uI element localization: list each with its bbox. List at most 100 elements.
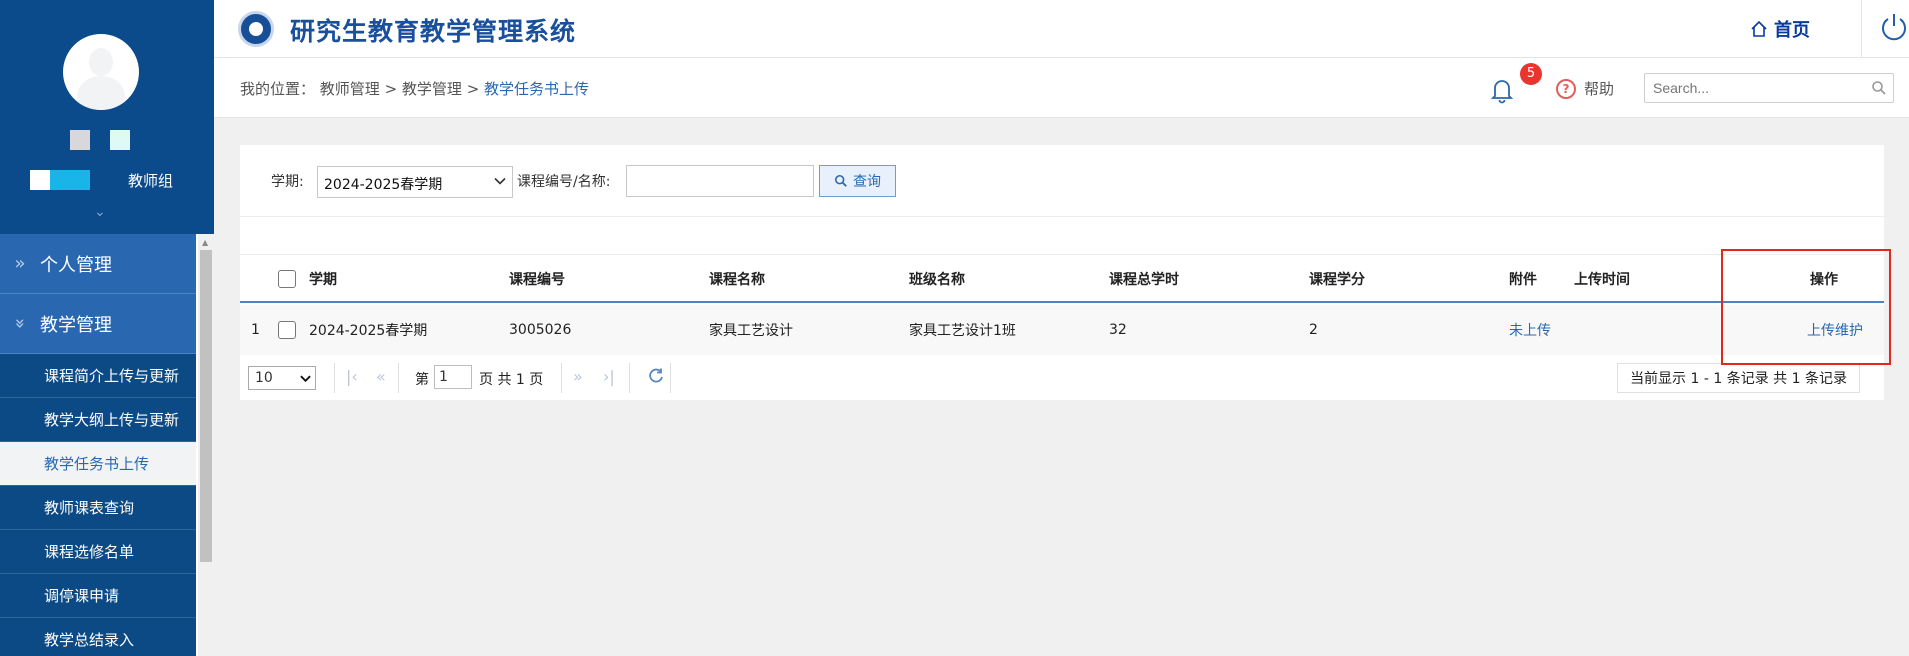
breadcrumb: 我的位置： 教师管理 > 教学管理 > 教学任务书上传 xyxy=(240,78,589,99)
scrollbar-thumb[interactable] xyxy=(200,250,212,562)
search-input[interactable] xyxy=(1645,74,1865,102)
notification-badge: 5 xyxy=(1520,63,1542,85)
sidebar-item-summary[interactable]: 教学总结录入 xyxy=(0,618,196,656)
col-course-no[interactable]: 课程编号 xyxy=(509,256,565,301)
page-prefix: 第 xyxy=(415,372,429,388)
bell-icon[interactable] xyxy=(1488,76,1516,104)
page-size-select[interactable]: 10 xyxy=(248,366,316,390)
row-checkbox[interactable] xyxy=(278,305,296,355)
sidebar-item-task-upload[interactable]: 教学任务书上传 xyxy=(0,442,196,486)
home-link[interactable]: 首页 xyxy=(1750,16,1810,42)
col-upload-time[interactable]: 上传时间 xyxy=(1574,256,1630,301)
sidebar-item-label: 课程选修名单 xyxy=(44,543,135,561)
top-header: 研究生教育教学管理系统 首页 xyxy=(214,0,1909,58)
search-icon xyxy=(834,174,847,187)
prev-page-icon[interactable]: « xyxy=(376,367,386,386)
cell-course-name: 家具工艺设计 xyxy=(709,323,793,339)
help-link[interactable]: ? 帮助 xyxy=(1556,78,1614,99)
col-hours[interactable]: 课程总学时 xyxy=(1109,256,1179,301)
scroll-up-icon[interactable]: ▲ xyxy=(202,238,208,247)
sidebar-item-elective-list[interactable]: 课程选修名单 xyxy=(0,530,196,574)
user-profile: 教师组 ⌄ xyxy=(0,0,214,234)
last-page-icon[interactable]: ›| xyxy=(603,367,615,386)
search-box xyxy=(1644,73,1894,103)
divider xyxy=(398,363,399,393)
col-attachment[interactable]: 附件 xyxy=(1509,256,1537,301)
menu-group-label: 个人管理 xyxy=(40,254,112,276)
refresh-icon[interactable] xyxy=(646,366,666,386)
divider xyxy=(629,363,630,393)
col-credits[interactable]: 课程学分 xyxy=(1309,256,1365,301)
sidebar-item-class-change[interactable]: 调停课申请 xyxy=(0,574,196,618)
sidebar-item-label: 教师课表查询 xyxy=(44,499,135,517)
toolbar-area xyxy=(240,217,1884,255)
sidebar-scrollbar[interactable]: ▲ xyxy=(198,234,214,656)
redacted-block xyxy=(50,170,90,190)
query-button[interactable]: 查询 xyxy=(819,165,896,197)
breadcrumb-bar: 我的位置： 教师管理 > 教学管理 > 教学任务书上传 5 ? 帮助 xyxy=(214,58,1909,118)
user-role: 教师组 xyxy=(128,172,174,190)
help-icon: ? xyxy=(1556,78,1576,99)
page-total: 页 共 1 页 xyxy=(479,372,544,388)
row-index: 1 xyxy=(251,322,260,338)
term-value: 2024-2025春学期 xyxy=(324,177,443,193)
attachment-link[interactable]: 未上传 xyxy=(1509,305,1551,355)
sidebar: 教师组 ⌄ » 个人管理 » 教学管理 课程简介上传与更新 教学大纲上传与更新 … xyxy=(0,0,214,656)
sidebar-item-label: 调停课申请 xyxy=(44,587,120,605)
query-label: 查询 xyxy=(853,173,881,189)
chevron-right-icon: » xyxy=(14,253,26,274)
sidebar-item-course-intro[interactable]: 课程简介上传与更新 xyxy=(0,354,196,398)
sidebar-item-label: 教学任务书上传 xyxy=(44,455,150,473)
next-page-icon[interactable]: » xyxy=(573,367,583,386)
course-label: 课程编号/名称: xyxy=(517,174,611,190)
cell-class-name: 家具工艺设计1班 xyxy=(909,323,1016,339)
chevron-down-icon xyxy=(300,375,311,383)
power-icon[interactable] xyxy=(1878,11,1909,43)
breadcrumb-separator: > xyxy=(379,80,402,98)
table-header: 学期 课程编号 课程名称 班级名称 课程总学时 课程学分 附件 上传时间 操作 xyxy=(240,256,1884,303)
avatar xyxy=(63,34,139,110)
chevron-down-icon: » xyxy=(9,317,31,329)
divider xyxy=(561,363,562,393)
system-title: 研究生教育教学管理系统 xyxy=(290,17,577,46)
chevron-down-icon xyxy=(494,177,506,185)
menu-group-personal[interactable]: » 个人管理 xyxy=(0,234,196,294)
menu-group-label: 教学管理 xyxy=(40,314,112,336)
redacted-block xyxy=(30,170,50,190)
sidebar-item-syllabus[interactable]: 教学大纲上传与更新 xyxy=(0,398,196,442)
sidebar-item-label: 教学大纲上传与更新 xyxy=(44,411,180,429)
search-icon[interactable] xyxy=(1871,80,1887,96)
chevron-down-icon[interactable]: ⌄ xyxy=(94,204,106,220)
redacted-block xyxy=(110,130,130,150)
breadcrumb-separator: > xyxy=(461,80,485,98)
cell-course-no: 3005026 xyxy=(509,322,572,338)
redacted-block xyxy=(70,130,90,150)
page-number-input[interactable]: 1 xyxy=(434,365,472,389)
breadcrumb-item[interactable]: 教学管理 xyxy=(402,80,462,98)
select-all-checkbox[interactable] xyxy=(278,256,296,301)
filter-bar: 学期: 2024-2025春学期 课程编号/名称: 查询 xyxy=(240,145,1884,217)
sidebar-item-timetable[interactable]: 教师课表查询 xyxy=(0,486,196,530)
home-icon xyxy=(1751,20,1767,37)
term-select[interactable]: 2024-2025春学期 xyxy=(317,166,513,198)
sidebar-item-label: 教学总结录入 xyxy=(44,631,135,649)
divider xyxy=(1861,0,1862,58)
first-page-icon[interactable]: |‹ xyxy=(346,367,358,386)
menu-group-teaching[interactable]: » 教学管理 xyxy=(0,294,196,354)
highlight-box xyxy=(1721,249,1891,365)
col-term[interactable]: 学期 xyxy=(309,256,337,301)
main-panel: 学期: 2024-2025春学期 课程编号/名称: 查询 学期 课程编号 课程名… xyxy=(240,145,1884,400)
sidebar-menu: » 个人管理 » 教学管理 课程简介上传与更新 教学大纲上传与更新 教学任务书上… xyxy=(0,234,214,656)
breadcrumb-item[interactable]: 教师管理 xyxy=(320,80,380,98)
page-size-value: 10 xyxy=(255,370,273,386)
cell-hours: 32 xyxy=(1109,322,1127,338)
university-logo xyxy=(238,11,274,47)
term-label: 学期: xyxy=(271,174,304,190)
help-label: 帮助 xyxy=(1584,80,1615,98)
col-class-name[interactable]: 班级名称 xyxy=(909,256,965,301)
course-search-input[interactable] xyxy=(626,165,814,197)
home-label: 首页 xyxy=(1774,20,1810,41)
table-row: 1 2024-2025春学期 3005026 家具工艺设计 家具工艺设计1班 3… xyxy=(240,305,1884,355)
cell-term: 2024-2025春学期 xyxy=(309,323,428,339)
col-course-name[interactable]: 课程名称 xyxy=(709,256,765,301)
